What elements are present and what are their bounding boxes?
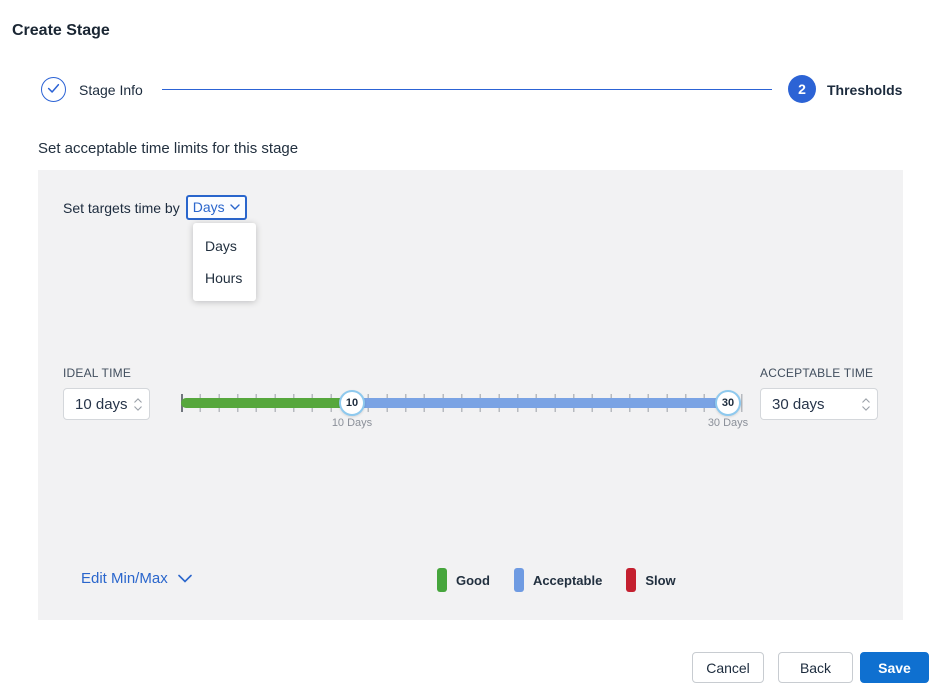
step2-active-circle[interactable]: 2	[788, 75, 816, 103]
ideal-time-spinner	[132, 398, 149, 411]
ideal-time-label: IDEAL TIME	[63, 366, 131, 380]
unit-option-days[interactable]: Days	[193, 230, 256, 262]
stepper: Stage Info 2 Thresholds	[0, 75, 946, 103]
create-stage-dialog: Create Stage Stage Info 2 Thresholds Set…	[0, 0, 946, 699]
slider-handle-acceptable[interactable]: 30	[715, 390, 741, 416]
targets-row: Set targets time by Days	[63, 195, 247, 220]
unit-option-hours[interactable]: Hours	[193, 262, 256, 294]
spinner-up-icon[interactable]	[134, 398, 142, 403]
time-range-slider: 10 30 10 Days 30 Days	[181, 398, 741, 408]
spinner-down-icon[interactable]	[134, 406, 142, 411]
chevron-down-icon	[178, 570, 192, 587]
acceptable-time-input-wrap	[760, 388, 878, 420]
back-button[interactable]: Back	[778, 652, 853, 683]
legend-slow-swatch	[626, 568, 636, 592]
slider-acceptable-value-label: 30 Days	[688, 417, 768, 429]
legend-good-swatch	[437, 568, 447, 592]
ideal-time-input[interactable]	[64, 396, 132, 413]
legend: Good Acceptable Slow	[437, 568, 676, 592]
spinner-down-icon[interactable]	[862, 406, 870, 411]
targets-label: Set targets time by	[63, 200, 180, 216]
step1-complete-circle[interactable]	[41, 77, 66, 102]
slider-handle-ideal[interactable]: 10	[339, 390, 365, 416]
thresholds-panel: Set targets time by Days Days Hours IDEA…	[38, 170, 903, 620]
acceptable-time-label: ACCEPTABLE TIME	[760, 366, 873, 380]
check-icon	[47, 81, 60, 99]
legend-item-good: Good	[437, 568, 490, 592]
slider-acceptable-segment	[352, 398, 741, 408]
unit-selected-value: Days	[193, 199, 225, 215]
chevron-down-icon	[230, 204, 240, 210]
slider-ideal-value-label: 10 Days	[312, 417, 392, 429]
unit-dropdown-trigger[interactable]: Days	[186, 195, 247, 220]
legend-acceptable-swatch	[514, 568, 524, 592]
acceptable-time-input[interactable]	[761, 396, 860, 413]
acceptable-time-spinner	[860, 398, 877, 411]
section-heading: Set acceptable time limits for this stag…	[38, 140, 298, 157]
legend-item-slow: Slow	[626, 568, 675, 592]
step2-number: 2	[798, 81, 806, 97]
spinner-up-icon[interactable]	[862, 398, 870, 403]
step2-label: Thresholds	[827, 82, 902, 98]
legend-item-acceptable: Acceptable	[514, 568, 602, 592]
save-button[interactable]: Save	[860, 652, 929, 683]
cancel-button[interactable]: Cancel	[692, 652, 764, 683]
legend-slow-label: Slow	[645, 573, 675, 588]
legend-good-label: Good	[456, 573, 490, 588]
slider-good-segment	[181, 398, 352, 408]
edit-minmax-toggle[interactable]: Edit Min/Max	[81, 570, 192, 587]
legend-acceptable-label: Acceptable	[533, 573, 602, 588]
edit-minmax-label: Edit Min/Max	[81, 570, 168, 587]
stepper-connector-line	[162, 89, 772, 90]
step1-label: Stage Info	[79, 82, 143, 98]
ideal-time-input-wrap	[63, 388, 150, 420]
page-title: Create Stage	[12, 22, 110, 40]
unit-dropdown-menu: Days Hours	[193, 223, 256, 301]
